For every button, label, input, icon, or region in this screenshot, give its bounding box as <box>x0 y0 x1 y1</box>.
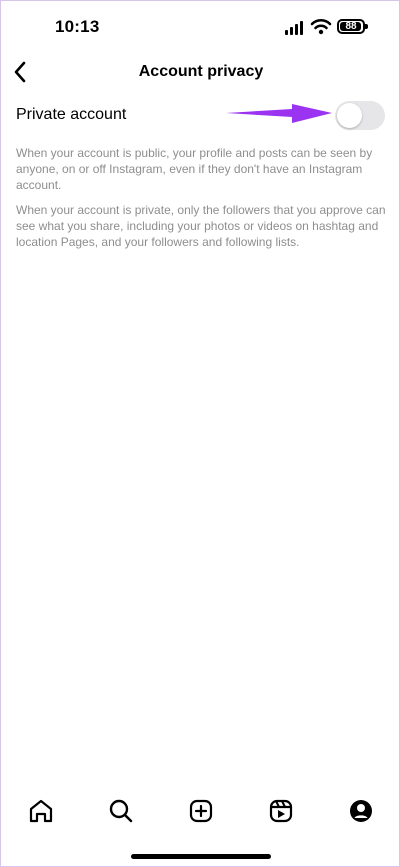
status-time: 10:13 <box>55 17 100 36</box>
home-icon[interactable] <box>27 797 55 825</box>
toggle-knob <box>337 103 362 128</box>
public-account-description: When your account is public, your profil… <box>16 146 373 192</box>
private-account-description: When your account is private, only the f… <box>16 203 386 249</box>
battery-level: 88 <box>345 20 357 32</box>
status-bar: 10:13 88 <box>1 1 400 53</box>
profile-icon[interactable] <box>347 797 375 825</box>
private-account-row: Private account <box>1 98 400 132</box>
home-indicator <box>131 854 271 859</box>
reels-icon[interactable] <box>267 797 295 825</box>
wifi-icon <box>310 18 332 35</box>
search-icon[interactable] <box>107 797 135 825</box>
create-icon[interactable] <box>187 797 215 825</box>
arrow-icon <box>226 104 332 123</box>
signal-icon <box>285 21 303 35</box>
battery-icon: 88 <box>337 19 368 34</box>
header: Account privacy <box>1 53 400 95</box>
private-account-toggle[interactable] <box>335 101 385 130</box>
page-title: Account privacy <box>138 63 264 80</box>
battery-tip <box>365 24 368 29</box>
bottom-nav <box>1 791 400 835</box>
private-account-label: Private account <box>16 106 127 123</box>
